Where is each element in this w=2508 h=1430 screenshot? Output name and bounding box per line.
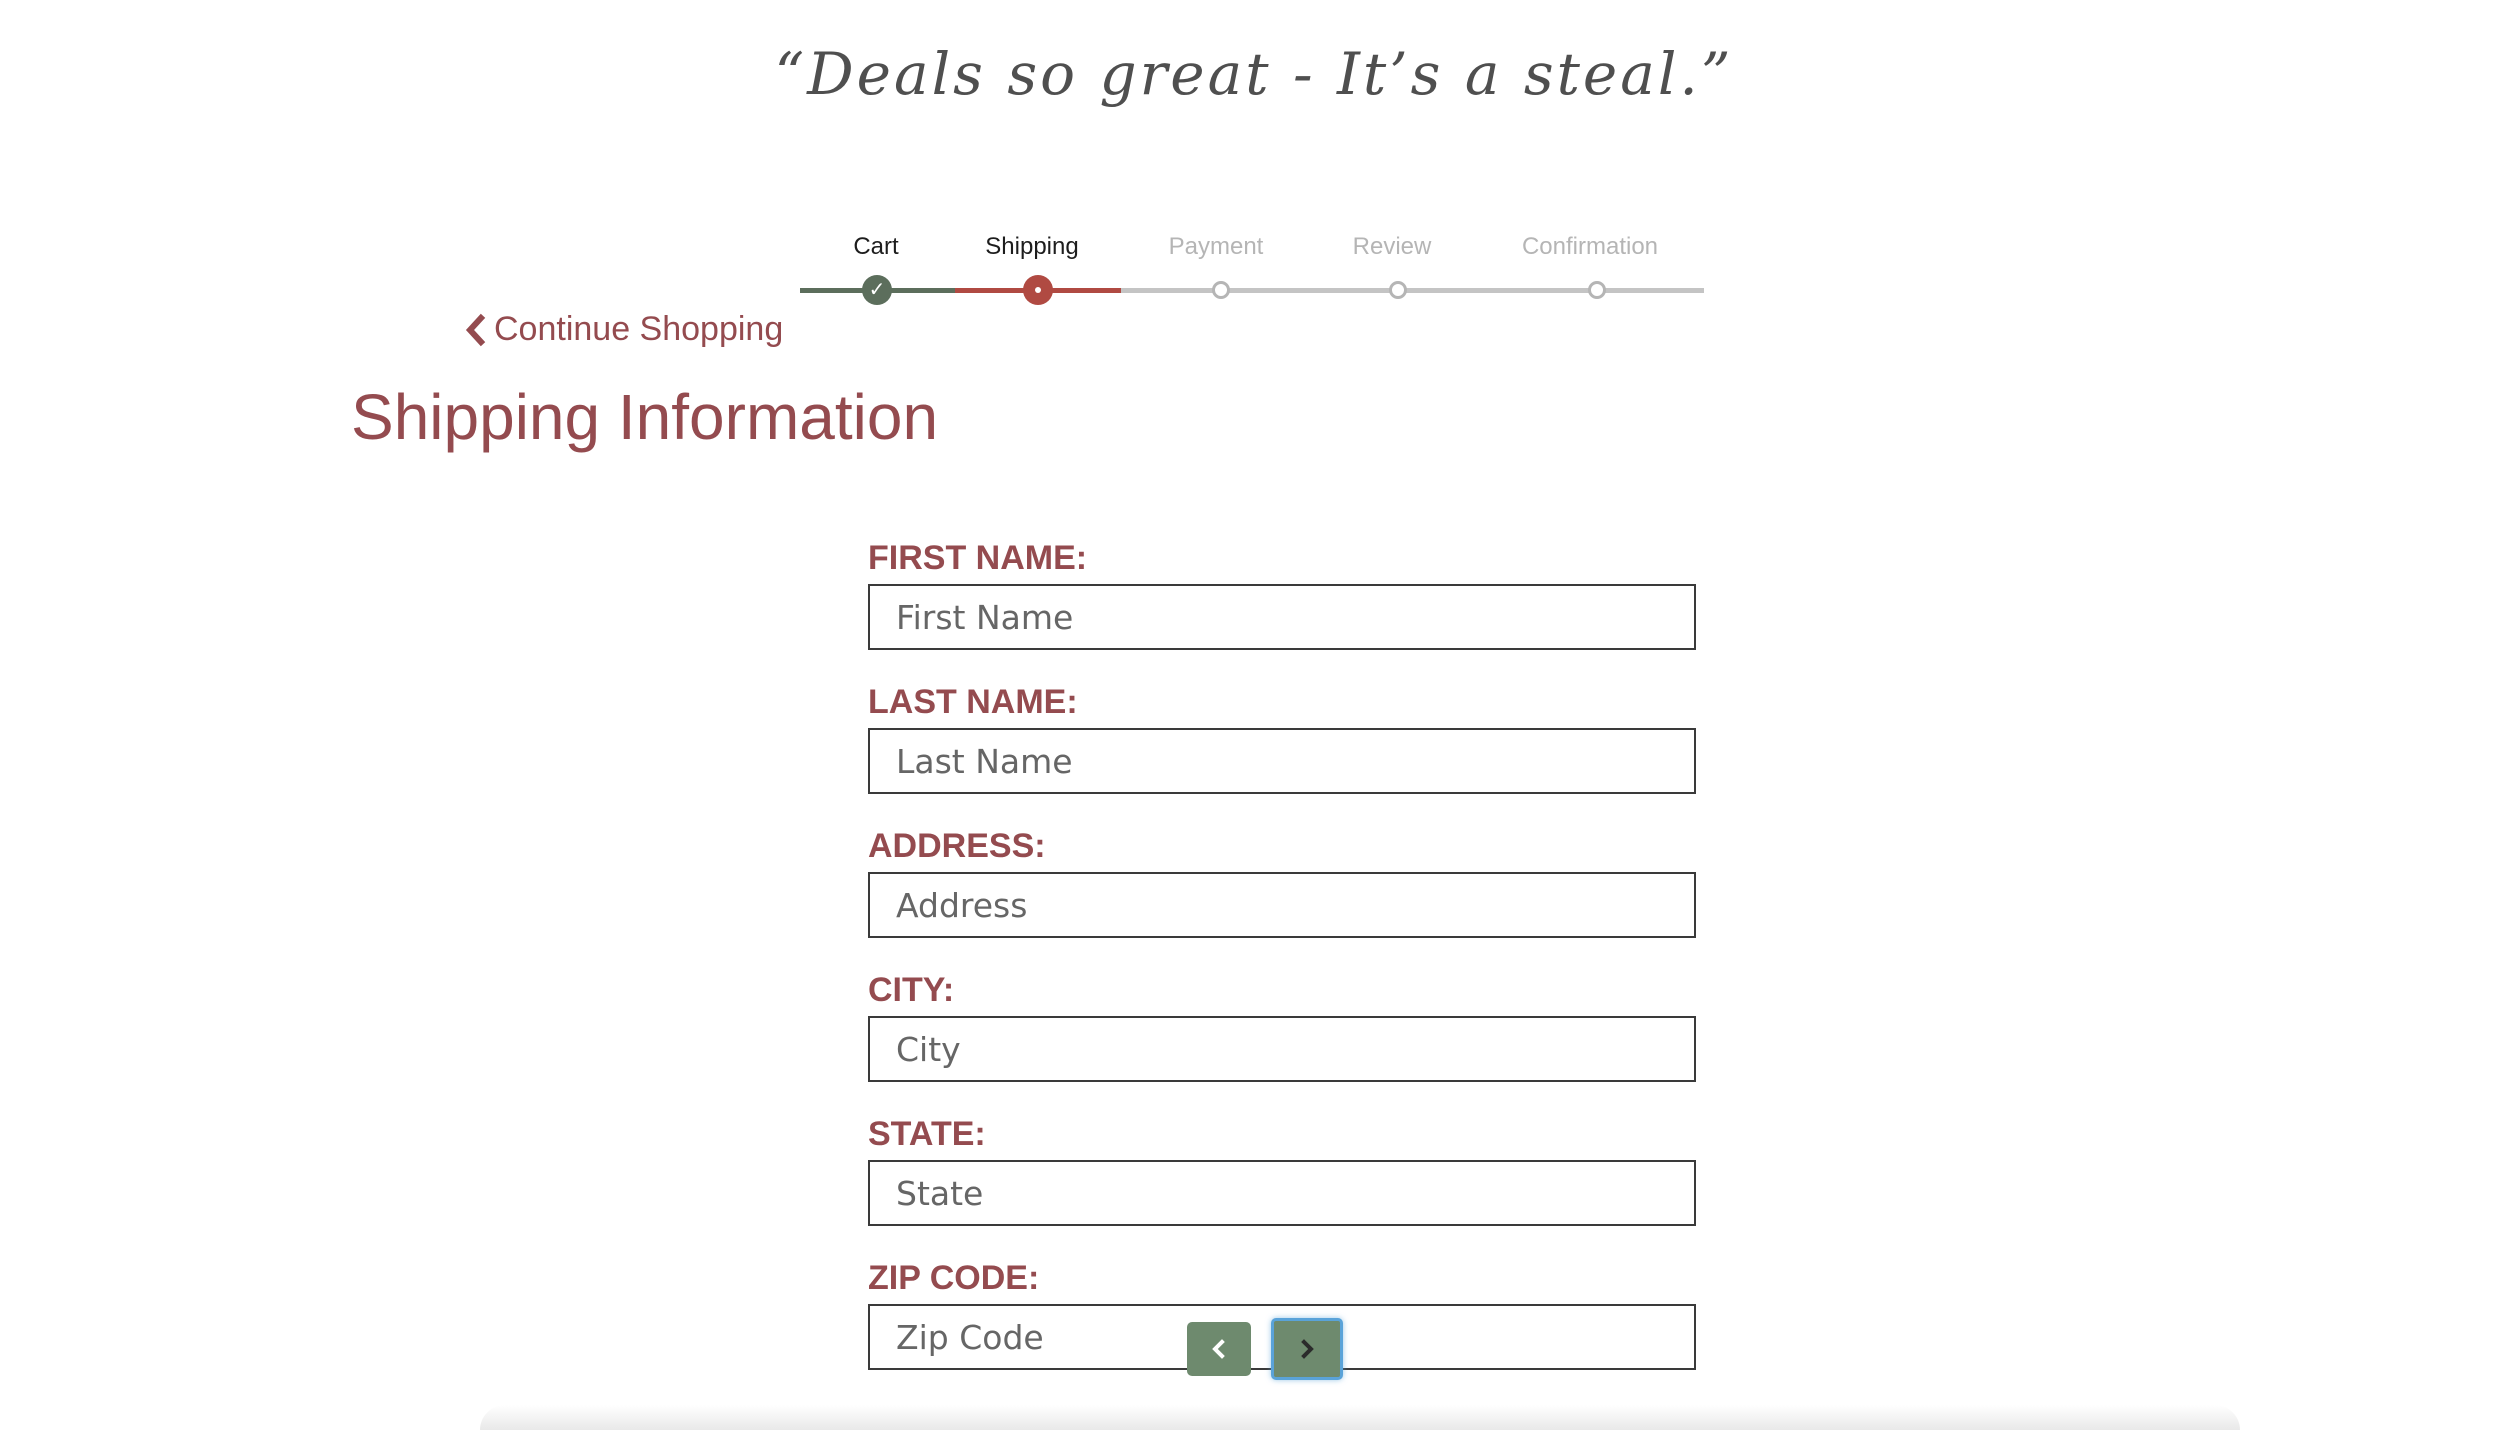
step-node-shipping-current-icon (1023, 275, 1053, 305)
previous-step-button[interactable] (1187, 1322, 1251, 1376)
chevron-left-icon (1212, 1339, 1225, 1359)
address-label: ADDRESS: (868, 827, 1046, 865)
page-title: Shipping Information (351, 381, 939, 453)
footer-shadow (480, 1405, 2240, 1430)
track-segment-payment (1121, 288, 1296, 293)
last-name-label: LAST NAME: (868, 683, 1078, 721)
shipping-page: “Deals so great - It’s a steal.” Cart Sh… (0, 0, 2508, 1430)
step-label-shipping: Shipping (985, 233, 1079, 260)
last-name-input[interactable] (868, 728, 1696, 794)
state-input[interactable] (868, 1160, 1696, 1226)
city-label: CITY: (868, 971, 955, 1009)
step-node-cart-check-icon: ✓ (862, 275, 892, 305)
chevron-left-icon (465, 313, 486, 346)
next-step-button[interactable] (1271, 1318, 1343, 1380)
zip-code-label: ZIP CODE: (868, 1259, 1040, 1297)
checkout-progress-stepper: Cart Shipping Payment Review Confirmatio… (800, 225, 1704, 315)
step-node-confirmation-icon (1588, 281, 1606, 299)
step-label-payment: Payment (1168, 233, 1264, 260)
continue-shopping-label: Continue Shopping (494, 310, 784, 348)
step-label-review: Review (1352, 233, 1432, 260)
first-name-label: FIRST NAME: (868, 539, 1088, 577)
tagline: “Deals so great - It’s a steal.” (774, 40, 1734, 108)
step-node-review-icon (1389, 281, 1407, 299)
chevron-right-icon (1301, 1339, 1314, 1359)
step-node-payment-icon (1212, 281, 1230, 299)
address-input[interactable] (868, 872, 1696, 938)
shipping-form: FIRST NAME: LAST NAME: ADDRESS: CITY: ST… (868, 530, 1696, 1398)
form-navigation (1187, 1318, 1343, 1380)
first-name-input[interactable] (868, 584, 1696, 650)
step-label-cart: Cart (853, 233, 899, 260)
track-segment-review (1296, 288, 1478, 293)
continue-shopping-link[interactable]: Continue Shopping (462, 310, 783, 349)
state-label: STATE: (868, 1115, 986, 1153)
city-input[interactable] (868, 1016, 1696, 1082)
step-label-confirmation: Confirmation (1521, 233, 1659, 260)
